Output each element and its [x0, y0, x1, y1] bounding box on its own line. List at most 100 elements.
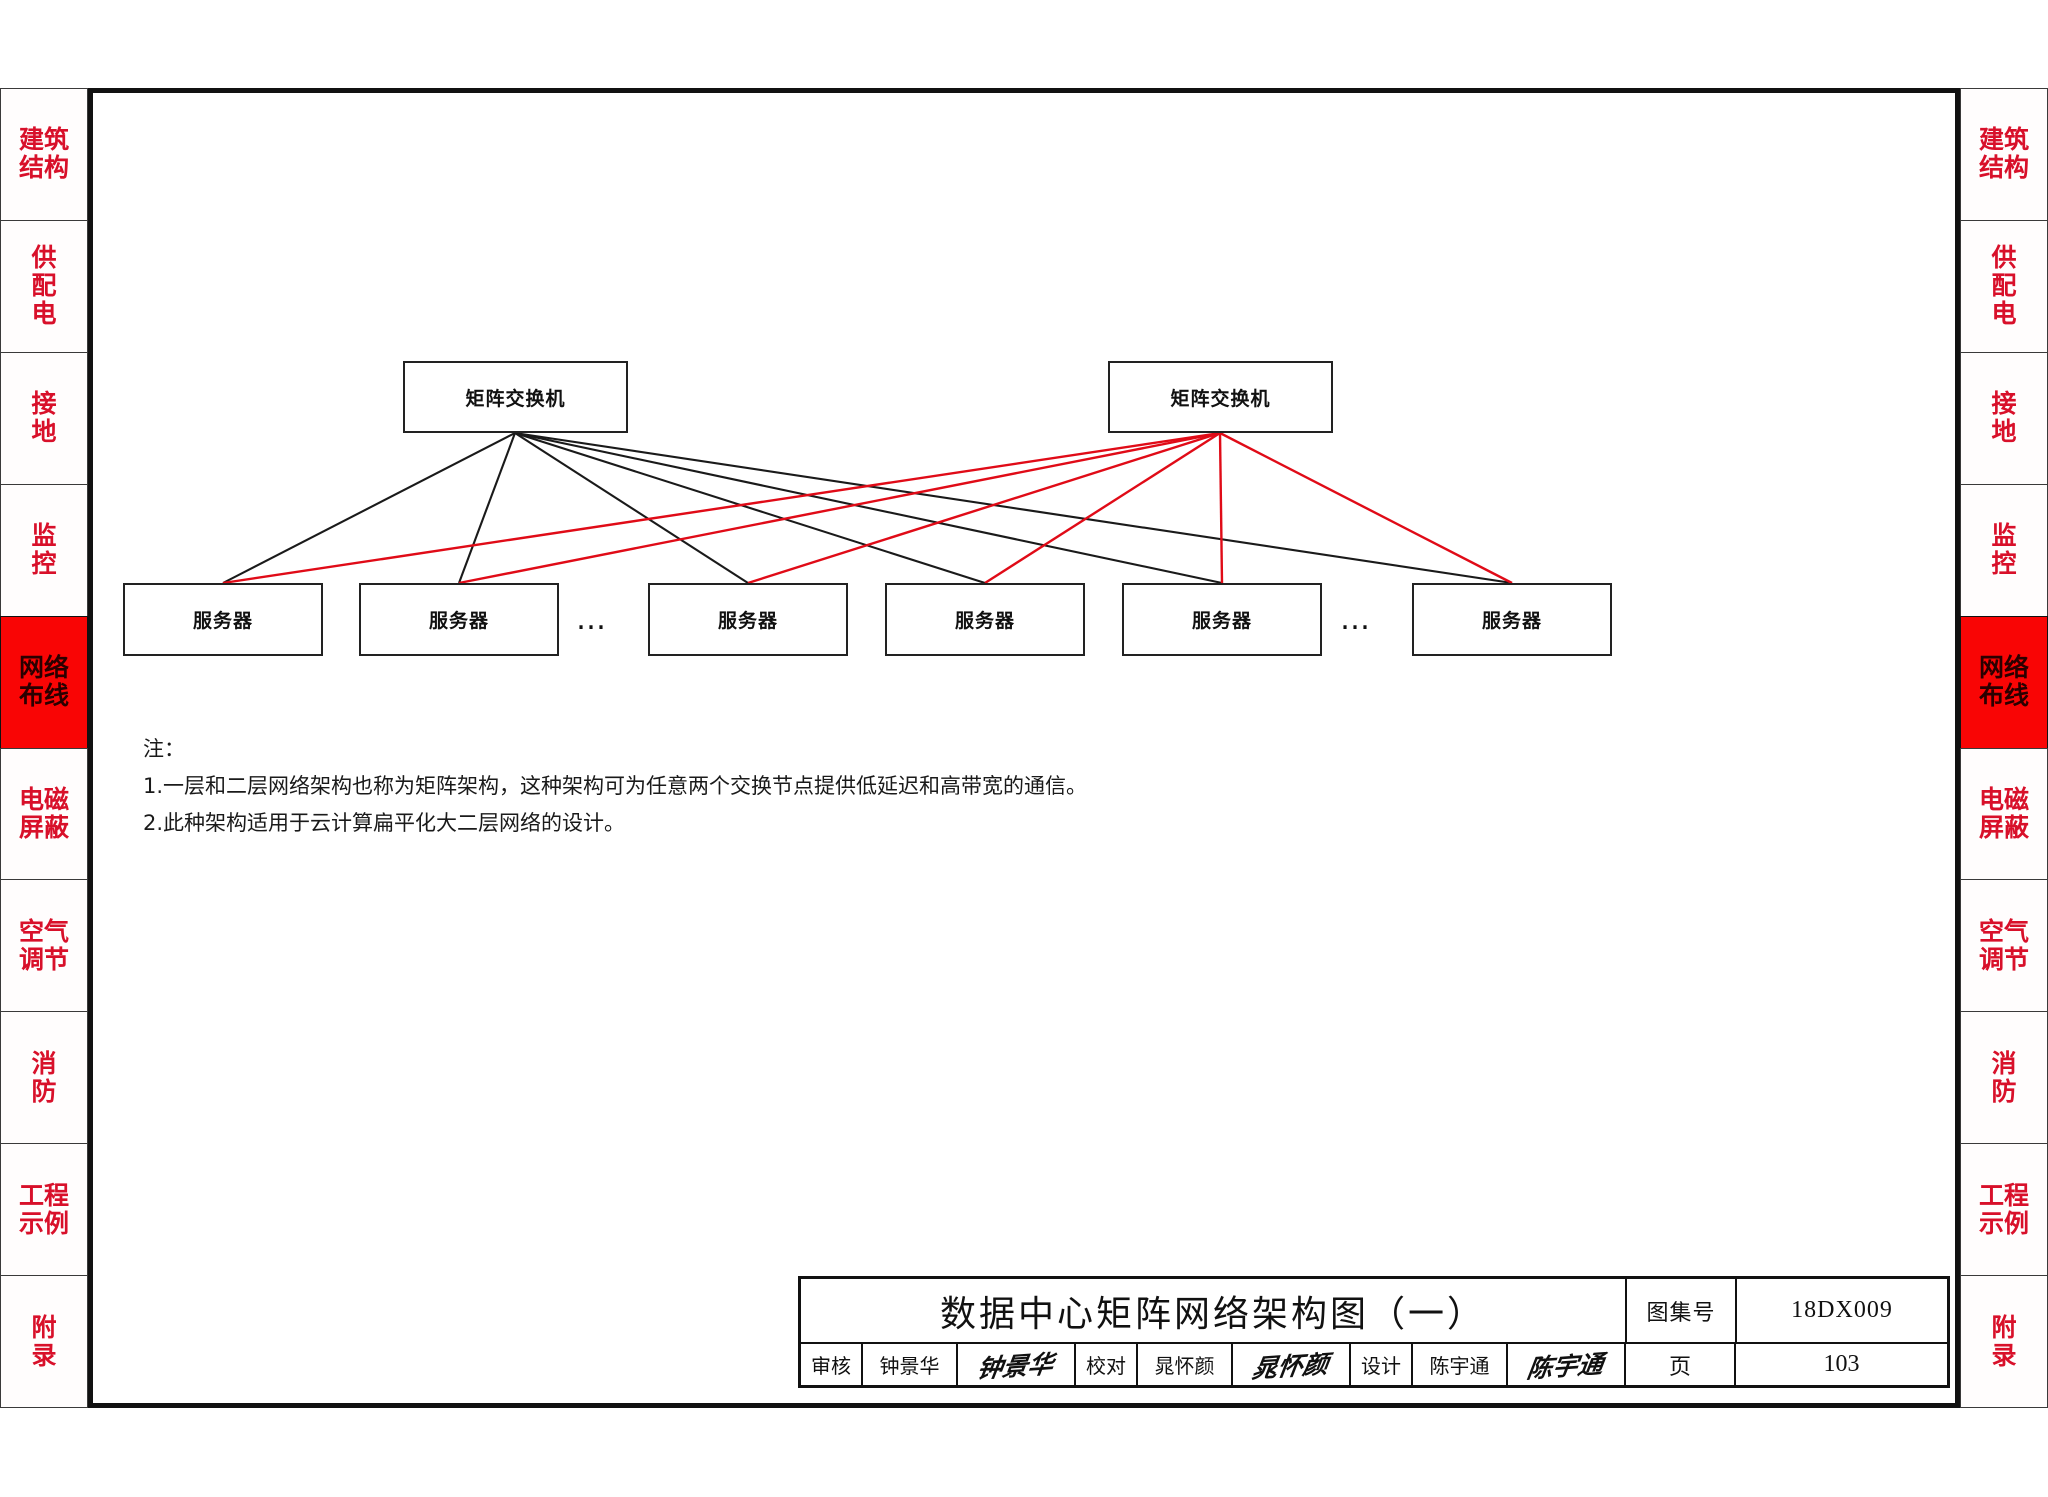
sidebar-item-diancipingbi[interactable]: 电磁 屏蔽 [0, 747, 88, 880]
design-signature: 陈宇通 [1508, 1344, 1626, 1385]
sidebar-item-label: 布线 [1978, 681, 2029, 711]
node-label: 服务器 [1481, 610, 1542, 632]
title-block-bottom-row: 审核 钟景华 钟景华 校对 晁怀颜 晁怀颜 设计 陈宇通 陈宇通 页 103 [801, 1342, 1947, 1385]
title-block-top-row: 数据中心矩阵网络架构图（一） 图集号 18DX009 [801, 1279, 1947, 1342]
sidebar-item-label: 录 [31, 1340, 57, 1370]
matrix-switch-left[interactable]: 矩阵交换机 [403, 361, 628, 433]
sidebar-item-label: 空气 [1978, 916, 2029, 946]
sidebar-item-kongqitiaojie[interactable]: 空气 调节 [1960, 879, 2048, 1012]
node-label: 服务器 [192, 610, 253, 632]
review-label: 审核 [801, 1344, 863, 1385]
sidebar-item-label: 控 [31, 549, 57, 579]
sidebar-left: 建筑 结构 供 配 电 接 地 监 控 网络 布线 电磁 屏蔽 空气 调节 消 [0, 88, 88, 1409]
server-node-2[interactable]: 服务器 [359, 583, 559, 656]
sidebar-item-label: 调节 [1978, 944, 2029, 974]
sidebar-item-label: 消 [31, 1048, 57, 1078]
sidebar-item-label: 接 [31, 389, 57, 419]
server-node-4[interactable]: 服务器 [885, 583, 1085, 656]
sidebar-item-jiedi[interactable]: 接 地 [1960, 351, 2048, 484]
sidebar-item-label: 结构 [18, 153, 69, 183]
atlas-number-value: 18DX009 [1791, 1297, 1893, 1323]
server-node-5[interactable]: 服务器 [1122, 583, 1322, 656]
server-node-1[interactable]: 服务器 [123, 583, 323, 656]
sidebar-item-label: 布线 [18, 681, 69, 711]
sidebar-item-label: 工程 [18, 1180, 69, 1210]
sidebar-item-label: 电磁 [18, 784, 69, 814]
sidebar-item-label: 网络 [18, 653, 69, 683]
sidebar-item-label: 屏蔽 [1978, 812, 2029, 842]
sidebar-item-label: 屏蔽 [18, 812, 69, 842]
review-signature: 钟景华 [958, 1344, 1076, 1385]
sidebar-item-label: 工程 [1978, 1180, 2029, 1210]
node-label: 矩阵交换机 [465, 387, 566, 410]
page-label: 页 [1626, 1344, 1736, 1385]
drawing-page: 建筑 结构 供 配 电 接 地 监 控 网络 布线 电磁 屏蔽 空气 调节 消 [0, 0, 2048, 1497]
sidebar-item-label: 地 [1991, 417, 2017, 447]
sidebar-item-label: 结构 [1978, 153, 2029, 183]
sidebar-item-label: 电磁 [1978, 784, 2029, 814]
sidebar-item-fulu[interactable]: 附 录 [0, 1275, 88, 1409]
sidebar-item-jiedi[interactable]: 接 地 [0, 351, 88, 484]
note-line-1: 1.一层和二层网络架构也称为矩阵架构，这种架构可为任意两个交换节点提供低延迟和高… [143, 773, 1088, 798]
sidebar-item-jianzhujiegou[interactable]: 建筑 结构 [1960, 88, 2048, 220]
sidebar-item-label: 防 [31, 1076, 57, 1106]
black-links [222, 431, 1513, 585]
sidebar-item-wangluobuxian[interactable]: 网络 布线 [1960, 615, 2048, 748]
sidebar-item-label: 建筑 [1978, 125, 2029, 155]
sidebar-item-fulu[interactable]: 附 录 [1960, 1275, 2048, 1409]
signature-glyph: 陈宇通 [1525, 1350, 1606, 1384]
signature-glyph: 钟景华 [975, 1350, 1056, 1384]
matrix-switch-right[interactable]: 矩阵交换机 [1108, 361, 1333, 433]
sidebar-item-gongpeidian[interactable]: 供 配 电 [0, 219, 88, 352]
sidebar-item-label: 调节 [18, 944, 69, 974]
drawing-frame: 矩阵交换机 矩阵交换机 服务器 服务器 服务器 服务器 服务器 服务器 … … … [88, 88, 1960, 1408]
sidebar-item-label: 防 [1991, 1076, 2017, 1106]
design-label: 设计 [1351, 1344, 1413, 1385]
sidebar-item-label: 监 [31, 521, 57, 551]
sidebar-item-label: 地 [31, 417, 57, 447]
servers-ellipsis-left: … [576, 602, 611, 637]
review-name: 钟景华 [863, 1344, 958, 1385]
sidebar-item-gongchengshili[interactable]: 工程 示例 [1960, 1143, 2048, 1276]
sidebar-item-gongpeidian[interactable]: 供 配 电 [1960, 219, 2048, 352]
sidebar-item-label: 示例 [1978, 1208, 2029, 1238]
sidebar-item-jianzhujiegou[interactable]: 建筑 结构 [0, 88, 88, 220]
page-value: 103 [1823, 1351, 1860, 1377]
sidebar-item-diancipingbi[interactable]: 电磁 屏蔽 [1960, 747, 2048, 880]
sidebar-item-label: 示例 [18, 1208, 69, 1238]
notes-heading: 注： [143, 737, 185, 761]
sidebar-item-label: 附 [1991, 1312, 2017, 1342]
sidebar-item-label: 录 [1991, 1340, 2017, 1370]
sidebar-item-jiankong[interactable]: 监 控 [0, 483, 88, 616]
note-line-2: 2.此种架构适用于云计算扁平化大二层网络的设计。 [143, 810, 626, 835]
check-name: 晁怀颜 [1138, 1344, 1233, 1385]
diagram-canvas: 矩阵交换机 矩阵交换机 服务器 服务器 服务器 服务器 服务器 服务器 … … … [93, 93, 1955, 1403]
node-label: 服务器 [954, 610, 1015, 632]
sidebar-item-label: 配 [31, 271, 57, 301]
check-signature: 晁怀颜 [1233, 1344, 1351, 1385]
sidebar-item-xiaofang[interactable]: 消 防 [1960, 1011, 2048, 1144]
node-label: 服务器 [717, 610, 778, 632]
server-node-3[interactable]: 服务器 [648, 583, 848, 656]
sidebar-item-label: 接 [1991, 389, 2017, 419]
sidebar-item-wangluobuxian[interactable]: 网络 布线 [0, 615, 88, 748]
sidebar-item-kongqitiaojie[interactable]: 空气 调节 [0, 879, 88, 1012]
notes-block: 注： 1.一层和二层网络架构也称为矩阵架构，这种架构可为任意两个交换节点提供低延… [143, 731, 1087, 841]
node-label: 矩阵交换机 [1170, 387, 1271, 410]
atlas-number-label: 图集号 [1627, 1279, 1737, 1342]
drawing-title: 数据中心矩阵网络架构图（一） [801, 1279, 1627, 1342]
sidebar-item-jiankong[interactable]: 监 控 [1960, 483, 2048, 616]
sidebar-item-gongchengshili[interactable]: 工程 示例 [0, 1143, 88, 1276]
node-label: 服务器 [428, 610, 489, 632]
sidebar-item-label: 消 [1991, 1048, 2017, 1078]
title-block: 数据中心矩阵网络架构图（一） 图集号 18DX009 审核 钟景华 钟景华 校对… [798, 1276, 1950, 1388]
sidebar-item-label: 附 [31, 1312, 57, 1342]
sidebar-item-label: 配 [1991, 271, 2017, 301]
node-label: 服务器 [1191, 610, 1252, 632]
servers-ellipsis-right: … [1340, 602, 1375, 637]
sidebar-item-label: 网络 [1978, 653, 2029, 683]
sidebar-item-xiaofang[interactable]: 消 防 [0, 1011, 88, 1144]
design-name: 陈宇通 [1413, 1344, 1508, 1385]
server-node-6[interactable]: 服务器 [1412, 583, 1612, 656]
check-label: 校对 [1076, 1344, 1138, 1385]
